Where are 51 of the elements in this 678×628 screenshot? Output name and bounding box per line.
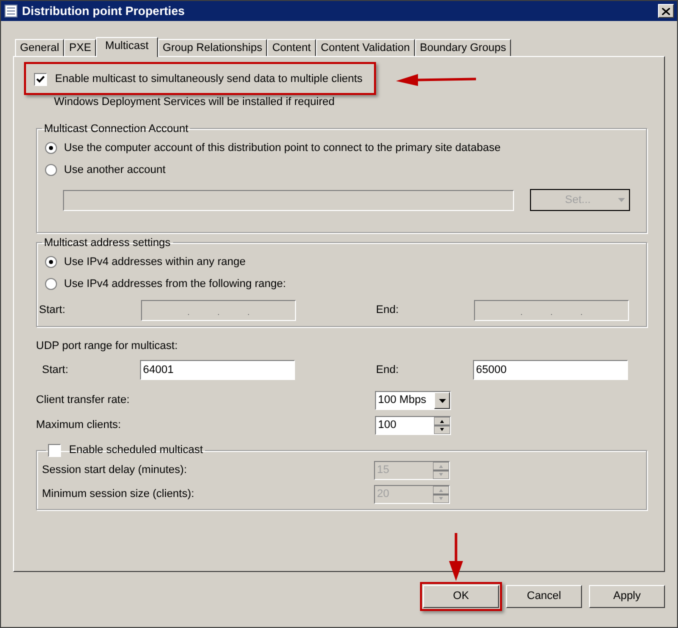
tab[interactable]: Multicast	[96, 37, 158, 57]
checkbox-label: Enable scheduled multicast	[69, 443, 203, 458]
field-label: Session start delay (minutes):	[42, 463, 188, 478]
port-field[interactable]: 65000	[473, 360, 628, 380]
section-label: UDP port range for multicast:	[36, 338, 179, 354]
ip-address-field[interactable]	[141, 300, 296, 321]
field-label: Start:	[42, 362, 70, 378]
checkbox-label: Enable multicast to simultaneously send data to multiple clients	[55, 72, 363, 87]
ip-address-field[interactable]	[474, 300, 629, 321]
close-button[interactable]	[658, 4, 674, 18]
spin-arrows-icon[interactable]	[434, 417, 450, 434]
field-label: End:	[376, 303, 400, 318]
port-field[interactable]: 64001	[140, 360, 295, 380]
field-label: Minimum session size (clients):	[42, 487, 196, 502]
window-icon	[4, 4, 18, 18]
radio-label: Use the computer account of this distribution point to connect to the primary site database	[64, 140, 501, 156]
tab[interactable]: Group Relationships	[158, 39, 268, 56]
radio-button[interactable]	[45, 256, 57, 268]
radio-label: Use IPv4 addresses from the following range:	[64, 276, 286, 292]
dropdown-arrow-icon	[618, 198, 625, 202]
checkbox[interactable]	[48, 444, 61, 457]
field-label: Maximum clients:	[36, 418, 122, 434]
tab[interactable]: Boundary Groups	[414, 39, 512, 56]
group-title: Multicast Connection Account	[43, 122, 190, 136]
tab[interactable]: PXE	[64, 39, 96, 56]
field-label: Start:	[39, 303, 66, 318]
radio-label: Use another account	[64, 162, 166, 178]
dropdown-button[interactable]	[434, 392, 450, 409]
arrow-icon	[449, 533, 463, 581]
dialog-button[interactable]: Apply	[589, 585, 665, 608]
radio-button[interactable]	[45, 278, 57, 290]
field-label: End:	[376, 362, 400, 378]
dropdown-arrow-icon	[438, 398, 446, 402]
dialog-button[interactable]: Cancel	[506, 585, 582, 608]
field-label: Client transfer rate:	[36, 393, 131, 408]
group-title: Multicast address settings	[43, 236, 172, 250]
info-note: Windows Deployment Services will be installed if required	[53, 95, 336, 110]
radio-button[interactable]	[45, 164, 57, 176]
arrow-icon	[396, 73, 476, 87]
radio-button[interactable]	[45, 142, 57, 154]
tab[interactable]: Content	[267, 39, 316, 56]
radio-label: Use IPv4 addresses within any range	[64, 254, 246, 270]
tab[interactable]: Content Validation	[316, 39, 415, 56]
tab[interactable]: General	[15, 39, 64, 56]
dialog-button[interactable]: OK	[423, 585, 499, 608]
checkbox[interactable]	[34, 72, 47, 86]
account-field[interactable]	[63, 190, 514, 210]
window-title: Distribution point Properties	[22, 3, 186, 20]
number-spinner[interactable]: 100	[375, 416, 451, 435]
transfer-rate-dropdown[interactable]: 100 Mbps	[375, 391, 451, 410]
close-icon	[662, 8, 670, 14]
